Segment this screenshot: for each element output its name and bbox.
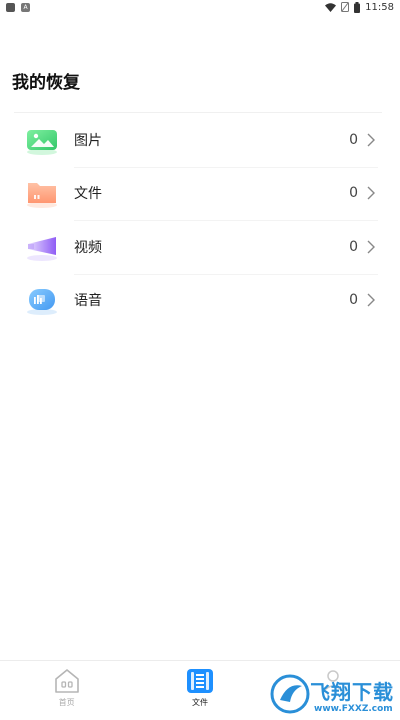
no-sim-icon [341, 2, 350, 12]
item-label: 图片 [74, 132, 102, 149]
watermark-url: www.FXXZ.com [314, 704, 393, 714]
watermark-logo: 飞翔下载 www.FXXZ.com [268, 672, 396, 718]
item-count: 0 [349, 238, 358, 255]
chevron-right-icon [364, 240, 378, 254]
folder-icon [22, 177, 62, 209]
audio-icon [22, 284, 62, 316]
item-label: 语音 [74, 293, 102, 310]
battery-icon [354, 1, 361, 13]
page-title: 我的恢复 [12, 73, 80, 93]
list-item-images[interactable]: 图片 0 [22, 113, 378, 167]
a-badge-icon: A [21, 2, 30, 12]
tab-files[interactable]: 文件 [133, 661, 266, 720]
watermark-text: 飞翔下载 [310, 680, 394, 704]
chevron-right-icon [364, 293, 378, 307]
image-icon [22, 124, 62, 156]
wifi-icon [325, 2, 337, 12]
video-icon [22, 231, 62, 263]
item-count: 0 [349, 131, 358, 148]
tab-home-label: 首页 [58, 698, 75, 707]
tab-files-label: 文件 [191, 698, 208, 707]
status-time: 11:58 [365, 1, 394, 13]
list-item-files[interactable]: 文件 0 [22, 166, 378, 221]
recovery-list: 图片 0 文件 0 视频 0 语音 0 [22, 113, 378, 327]
home-icon [54, 669, 79, 693]
chevron-right-icon [364, 133, 378, 147]
item-count: 0 [349, 292, 358, 309]
item-label: 视频 [74, 239, 102, 256]
status-bar: A 11:58 [0, 0, 400, 14]
list-item-videos[interactable]: 视频 0 [22, 220, 378, 274]
tab-home[interactable]: 首页 [0, 661, 133, 720]
app-icon [6, 2, 15, 12]
chevron-right-icon [364, 186, 378, 200]
document-icon [186, 669, 213, 693]
list-item-audio[interactable]: 语音 0 [22, 273, 378, 328]
item-label: 文件 [74, 186, 102, 203]
item-count: 0 [349, 185, 358, 202]
